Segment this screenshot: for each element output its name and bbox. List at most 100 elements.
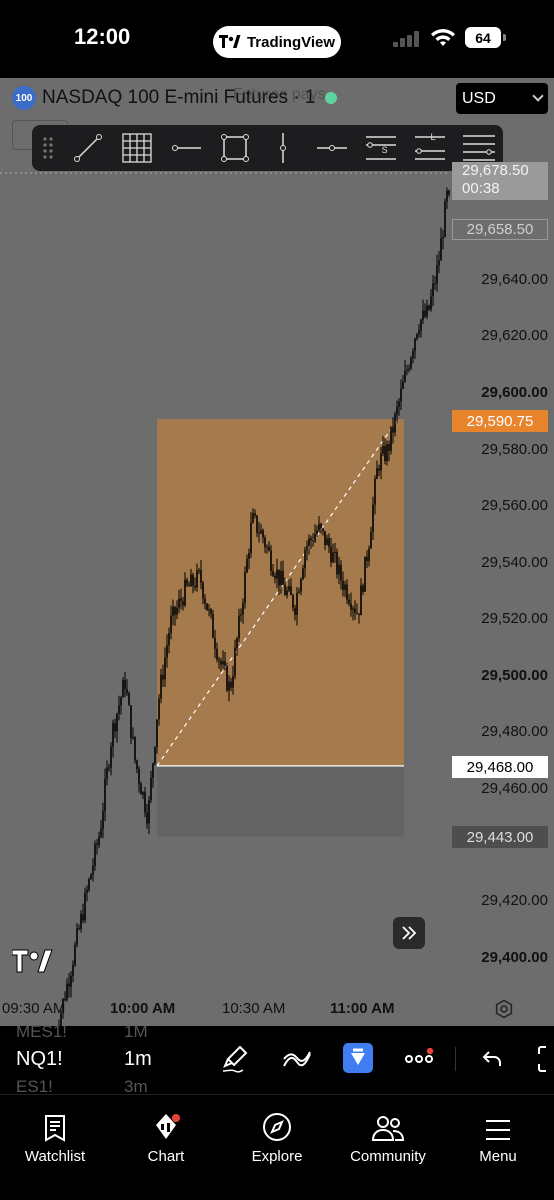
candle-body (318, 523, 320, 531)
candle-body (284, 584, 286, 596)
rectangle-icon[interactable] (210, 125, 259, 171)
candle-body (240, 614, 242, 616)
candle-body (224, 661, 226, 666)
chart-icon (156, 1114, 180, 1139)
tab-label: Chart (147, 1148, 185, 1165)
candle-body (212, 614, 214, 638)
candle-body (120, 697, 122, 706)
candle-body (74, 944, 76, 966)
candle-body (448, 190, 450, 195)
tab-explore[interactable]: Explore (222, 1095, 332, 1165)
fullscreen-icon[interactable] (538, 1046, 554, 1072)
grid-icon[interactable] (113, 125, 162, 171)
candle-body (430, 296, 432, 310)
candle-body (244, 572, 246, 603)
candle-body (410, 357, 412, 369)
tradingview-logo-icon (218, 35, 241, 48)
symbol-button[interactable]: NQ1! (16, 1048, 63, 1071)
candle-body (370, 532, 372, 549)
scroll-to-realtime-button[interactable] (393, 917, 425, 949)
long-position-icon[interactable]: L (405, 125, 454, 171)
tradingview-watermark-icon (12, 949, 53, 973)
more-icon[interactable] (404, 1047, 438, 1067)
index-badge: 100 (12, 86, 36, 110)
horizontal-ray-icon[interactable] (161, 125, 210, 171)
tab-watchlist[interactable]: Watchlist (0, 1095, 110, 1165)
candle-body (80, 914, 82, 929)
candle-body (396, 406, 398, 414)
candle-body (226, 665, 228, 691)
candle-body (412, 351, 414, 358)
candle-body (196, 570, 198, 588)
candle-body (348, 599, 350, 604)
candle-body (76, 928, 78, 945)
short-label: S (381, 145, 388, 155)
candle-body (288, 586, 290, 591)
candle-body (184, 579, 186, 606)
candle-body (316, 530, 318, 535)
candle-body (68, 983, 70, 987)
brush-icon[interactable] (220, 1044, 250, 1074)
tab-chart[interactable]: Chart (111, 1095, 221, 1165)
candle-body (164, 657, 166, 680)
candle-body (286, 590, 288, 596)
candle-body (138, 769, 140, 784)
candle-body (356, 612, 358, 614)
candle-body (440, 238, 442, 261)
candle-body (298, 591, 300, 593)
price-tick-label: 29,500.00 (481, 667, 548, 684)
candle-body (270, 550, 272, 571)
candle-body (248, 552, 250, 559)
short-position-icon[interactable]: S (357, 125, 406, 171)
price-tick-label: 29,480.00 (481, 723, 548, 740)
candle-body (408, 368, 410, 370)
tradingview-pill[interactable]: TradingView (213, 26, 341, 58)
current-price: 29,678.50 (462, 162, 529, 179)
drag-handle-icon[interactable] (32, 125, 64, 171)
candle-body (230, 681, 232, 688)
horizontal-line-icon[interactable] (308, 125, 357, 171)
candle-body (166, 645, 168, 658)
candle-body (282, 570, 284, 585)
interval-button[interactable]: 1m (124, 1048, 152, 1071)
candle-body (128, 693, 130, 706)
candle-body (404, 370, 406, 382)
candle-body (368, 548, 370, 562)
watchlist-icon (45, 1115, 65, 1142)
trend-line-icon[interactable] (64, 125, 113, 171)
candle-body (116, 713, 118, 732)
vertical-line-icon[interactable] (259, 125, 308, 171)
candle-body (180, 598, 182, 602)
candle-body (168, 633, 170, 646)
candle-body (302, 568, 304, 580)
candle-body (444, 201, 446, 237)
candle-body (190, 574, 192, 587)
currency-select[interactable]: USD (456, 83, 548, 114)
candle-body (308, 538, 310, 547)
indicators-icon[interactable] (282, 1046, 312, 1072)
candle-body (390, 426, 392, 451)
chart-settings-icon[interactable] (494, 999, 514, 1019)
tab-menu[interactable]: Menu (443, 1095, 553, 1165)
candle-body (84, 892, 86, 921)
undo-icon[interactable] (481, 1048, 503, 1068)
candle-body (314, 534, 316, 542)
price-tick-label: 29,520.00 (481, 610, 548, 627)
candle-body (126, 688, 128, 694)
candle-body (90, 874, 92, 880)
candle-body (346, 584, 348, 600)
tab-community[interactable]: Community (333, 1095, 443, 1165)
ideas-icon[interactable] (343, 1043, 373, 1073)
candle-body (96, 844, 98, 846)
candle-body (222, 661, 224, 665)
candle-body (352, 608, 354, 610)
candle-body (278, 569, 280, 586)
candle-body (130, 705, 132, 739)
candle-body (206, 603, 208, 611)
candle-body (340, 564, 342, 581)
candle-body (416, 333, 418, 339)
candle-body (238, 615, 240, 639)
time-axis[interactable]: 09:30 AM 10:00 AM 10:30 AM 11:00 AM (0, 1000, 554, 1022)
candle-body (162, 674, 164, 680)
candle-body (140, 783, 142, 795)
